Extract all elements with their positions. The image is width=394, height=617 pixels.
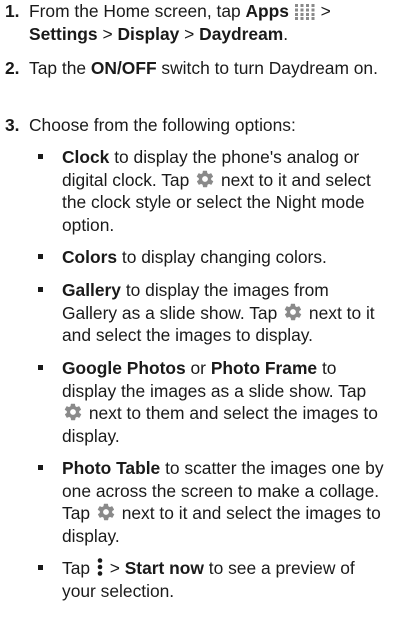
more-vertical-icon [95, 557, 105, 577]
text-segment: switch to turn Daydream on. [156, 58, 378, 78]
text-segment: > [179, 23, 200, 44]
gear-icon [282, 302, 304, 322]
option-text: Colors to display changing colors. [62, 246, 386, 269]
option-colors: Colors to display changing colors. [38, 246, 386, 269]
option-title: Gallery [62, 280, 121, 300]
step-3: 3. Choose from the following options: [0, 114, 386, 137]
step-text: Choose from the following options: [29, 114, 386, 137]
bullet-marker [38, 465, 43, 470]
option-text: Clock to display the phone's analog or d… [62, 146, 386, 236]
apps-grid-icon [294, 3, 316, 20]
text-segment: to display changing colors. [117, 247, 327, 267]
option-title: Photo Frame [210, 358, 318, 378]
option-title: Photo Table [62, 458, 161, 478]
option-title: Colors [62, 247, 118, 267]
start-now-label: Start now [124, 558, 204, 578]
bullet-marker [38, 565, 43, 570]
apps-label: Apps [245, 1, 289, 21]
option-text: Photo Table to scatter the images one by… [62, 457, 386, 547]
step-text: From the Home screen, tap Apps > Setting… [29, 0, 386, 45]
text-segment: . [283, 23, 289, 44]
text-segment: > [104, 558, 125, 578]
bullet-marker [38, 365, 43, 370]
bullet-marker [38, 287, 43, 292]
on-off-label: ON/OFF [90, 58, 157, 78]
step-2: 2. Tap the ON/OFF switch to turn Daydrea… [0, 57, 386, 80]
step-number: 1. [5, 1, 20, 21]
option-gallery: Gallery to display the images from Galle… [38, 279, 386, 347]
text-segment: > [97, 23, 118, 44]
text-segment: From the Home screen, tap [29, 1, 246, 21]
display-label: Display [117, 23, 180, 44]
option-text: Google Photos or Photo Frame to display … [62, 357, 386, 447]
option-title: Clock [62, 147, 110, 167]
option-text: Gallery to display the images from Galle… [62, 279, 386, 347]
text-segment: or [185, 358, 211, 378]
daydream-instructions: 1. From the Home screen, tap Apps > Sett… [0, 0, 394, 617]
text-segment: Tap [62, 558, 95, 578]
gear-icon [194, 169, 216, 189]
option-clock: Clock to display the phone's analog or d… [38, 146, 386, 236]
step-number: 3. [5, 115, 20, 135]
text-segment: Tap the [29, 58, 91, 78]
bullet-marker [38, 154, 43, 159]
text-segment: Choose from the following options: [29, 115, 296, 135]
text-segment: > [315, 1, 331, 21]
daydream-label: Daydream [199, 23, 284, 44]
gear-icon [95, 502, 117, 522]
option-photo-table: Photo Table to scatter the images one by… [38, 457, 386, 547]
option-start-now: Tap > Start now to see a preview of your… [38, 557, 386, 602]
gear-icon [62, 402, 84, 422]
step-text: Tap the ON/OFF switch to turn Daydream o… [29, 57, 386, 80]
bullet-marker [38, 254, 43, 259]
step-number: 2. [5, 58, 20, 78]
text-segment: next to them and select the images to di… [62, 403, 378, 446]
option-text: Tap > Start now to see a preview of your… [62, 557, 386, 602]
option-title: Google Photos [62, 358, 186, 378]
step-1: 1. From the Home screen, tap Apps > Sett… [0, 0, 386, 45]
settings-label: Settings [29, 23, 98, 44]
option-google-photos: Google Photos or Photo Frame to display … [38, 357, 386, 447]
